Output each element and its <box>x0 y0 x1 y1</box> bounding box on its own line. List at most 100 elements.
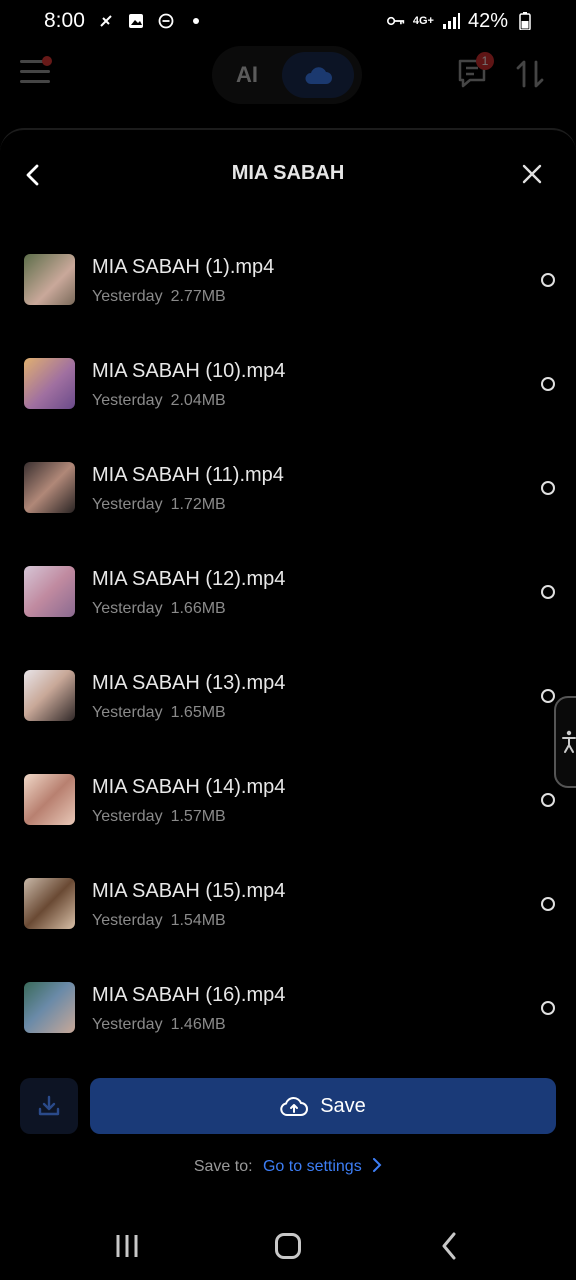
file-meta: Yesterday 1.66MB <box>92 600 226 618</box>
battery-icon <box>516 12 534 30</box>
file-size: 2.04MB <box>170 392 226 409</box>
folder-sheet: MIA SABAH MIA SABAH (1).mp4 Yesterday 2.7… <box>0 128 576 1214</box>
sheet-header: MIA SABAH <box>0 146 576 202</box>
file-size: 1.54MB <box>170 912 226 929</box>
file-date: Yesterday <box>92 912 163 929</box>
video-thumbnail <box>24 878 75 929</box>
file-size: 1.66MB <box>170 600 226 617</box>
system-nav-bar <box>0 1214 576 1280</box>
save-to-label: Save to: <box>193 1158 253 1175</box>
file-name: MIA SABAH (1).mp4 <box>92 256 275 278</box>
file-meta: Yesterday 2.77MB <box>92 288 226 306</box>
save-to-row: Save to: Go to settings <box>0 1158 576 1176</box>
select-radio[interactable] <box>541 793 555 807</box>
notification-dot <box>42 56 52 66</box>
save-label: Save <box>320 1094 366 1117</box>
close-icon <box>522 164 542 184</box>
dot-icon <box>187 12 205 30</box>
file-date: Yesterday <box>92 288 163 305</box>
file-item[interactable]: MIA SABAH (13).mp4 Yesterday 1.65MB <box>0 642 576 746</box>
file-name: MIA SABAH (16).mp4 <box>92 984 286 1006</box>
cloud-upload-icon <box>280 1097 309 1116</box>
select-radio[interactable] <box>541 273 555 287</box>
select-radio[interactable] <box>541 897 555 911</box>
file-size: 2.77MB <box>170 288 226 305</box>
status-time: 8:00 <box>44 9 85 32</box>
file-item[interactable]: MIA SABAH (11).mp4 Yesterday 1.72MB <box>0 434 576 538</box>
sheet-title: MIA SABAH <box>231 162 345 184</box>
chevron-right-icon <box>373 1158 382 1172</box>
video-thumbnail <box>24 254 75 305</box>
file-item[interactable]: MIA SABAH (12).mp4 Yesterday 1.66MB <box>0 538 576 642</box>
back-icon <box>442 1232 456 1260</box>
select-radio[interactable] <box>541 377 555 391</box>
file-meta: Yesterday 1.46MB <box>92 1016 226 1034</box>
recent-apps-icon <box>116 1235 138 1257</box>
key-icon <box>386 12 405 30</box>
file-name: MIA SABAH (12).mp4 <box>92 568 286 590</box>
file-item[interactable]: MIA SABAH (10).mp4 Yesterday 2.04MB <box>0 330 576 434</box>
file-item[interactable]: MIA SABAH (14).mp4 Yesterday 1.57MB <box>0 746 576 850</box>
select-radio[interactable] <box>541 481 555 495</box>
file-meta: Yesterday 2.04MB <box>92 392 226 410</box>
home-button[interactable] <box>275 1233 301 1259</box>
settings-link-label: Go to settings <box>262 1158 362 1175</box>
file-name: MIA SABAH (13).mp4 <box>92 672 286 694</box>
close-button[interactable] <box>518 160 546 188</box>
status-bar: 8:00 4G+ 42% <box>0 0 576 42</box>
battery-percent: 42% <box>467 9 508 32</box>
file-item[interactable]: MIA SABAH (15).mp4 Yesterday 1.54MB <box>0 850 576 954</box>
video-thumbnail <box>24 462 75 513</box>
file-meta: Yesterday 1.65MB <box>92 704 226 722</box>
file-name: MIA SABAH (10).mp4 <box>92 360 286 382</box>
file-date: Yesterday <box>92 1016 163 1033</box>
mode-ai-tab[interactable]: AI <box>212 62 282 88</box>
file-date: Yesterday <box>92 808 163 825</box>
file-meta: Yesterday 1.54MB <box>92 912 226 930</box>
gallery-icon <box>127 12 145 30</box>
video-thumbnail <box>24 982 75 1033</box>
video-thumbnail <box>24 566 75 617</box>
file-name: MIA SABAH (11).mp4 <box>92 464 284 486</box>
select-radio[interactable] <box>541 689 555 703</box>
file-item[interactable]: MIA SABAH (1).mp4 Yesterday 2.77MB <box>0 226 576 330</box>
file-date: Yesterday <box>92 704 163 721</box>
dnd-icon <box>157 12 175 30</box>
file-size: 1.46MB <box>170 1016 226 1033</box>
file-meta: Yesterday 1.57MB <box>92 808 226 826</box>
file-item[interactable]: MIA SABAH (16).mp4 Yesterday 1.46MB <box>0 954 576 1058</box>
app-header: AI 1 <box>0 42 576 108</box>
file-date: Yesterday <box>92 392 163 409</box>
system-back-button[interactable] <box>438 1232 460 1260</box>
file-size: 1.72MB <box>170 496 226 513</box>
file-size: 1.57MB <box>170 808 226 825</box>
download-button[interactable] <box>20 1078 78 1134</box>
file-name: MIA SABAH (15).mp4 <box>92 880 286 902</box>
cloud-icon <box>305 67 332 84</box>
mode-toggle[interactable]: AI <box>212 46 362 104</box>
video-thumbnail <box>24 358 75 409</box>
select-radio[interactable] <box>541 585 555 599</box>
select-radio[interactable] <box>541 1001 555 1015</box>
menu-button[interactable] <box>20 56 52 86</box>
settings-link[interactable]: Go to settings <box>263 1158 382 1175</box>
file-list: MIA SABAH (1).mp4 Yesterday 2.77MB MIA SA… <box>0 226 576 1058</box>
save-button[interactable]: Save <box>90 1078 556 1134</box>
accessibility-tab[interactable] <box>554 696 576 788</box>
video-thumbnail <box>24 774 75 825</box>
download-icon <box>38 1095 60 1116</box>
file-date: Yesterday <box>92 496 163 513</box>
chat-badge: 1 <box>476 52 494 70</box>
file-meta: Yesterday 1.72MB <box>92 496 226 514</box>
notification-icon <box>97 12 115 30</box>
recent-apps-button[interactable] <box>114 1234 140 1258</box>
sort-icon <box>516 60 544 88</box>
file-size: 1.65MB <box>170 704 226 721</box>
video-thumbnail <box>24 670 75 721</box>
file-date: Yesterday <box>92 600 163 617</box>
sort-button[interactable] <box>514 58 546 90</box>
file-name: MIA SABAH (14).mp4 <box>92 776 286 798</box>
mode-cloud-tab[interactable] <box>282 52 354 98</box>
signal-icon <box>442 12 460 30</box>
accessibility-icon <box>562 730 576 753</box>
